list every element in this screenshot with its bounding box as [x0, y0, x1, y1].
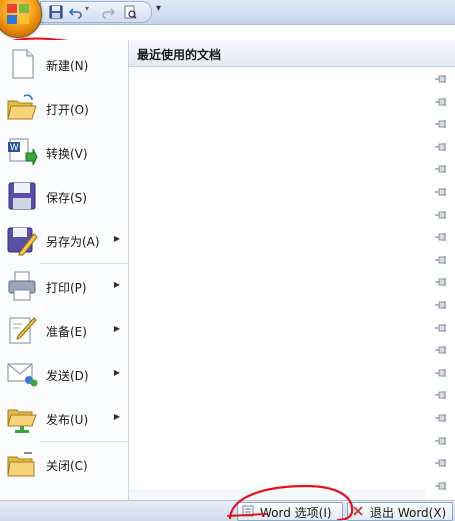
pin-icon[interactable]	[435, 120, 447, 129]
pin-icon[interactable]	[435, 391, 447, 400]
svg-text:W: W	[10, 142, 19, 152]
exit-word-label: 退出 Word(X)	[370, 506, 447, 520]
pin-icon[interactable]	[435, 436, 447, 445]
office-button[interactable]	[0, 0, 42, 38]
pin-icon[interactable]	[435, 301, 447, 309]
quick-access-toolbar: ▾	[40, 1, 152, 23]
pin-icon[interactable]	[435, 459, 447, 468]
menu-item-label: 打印(P)	[46, 281, 87, 295]
pin-column	[426, 67, 455, 500]
pin-icon[interactable]	[435, 278, 447, 287]
pin-icon[interactable]	[435, 233, 447, 242]
menu-item-open[interactable]: 打开(O)	[0, 86, 128, 130]
submenu-arrow-icon: ▶	[113, 324, 120, 333]
menu-item-convert[interactable]: W 转换(V)	[0, 130, 128, 174]
recent-documents-title: 最近使用的文档	[137, 48, 222, 62]
pin-icon[interactable]	[435, 255, 447, 264]
menu-item-label: 发布(U)	[46, 413, 89, 427]
menu-item-label: 打开(O)	[46, 103, 89, 117]
menu-item-close[interactable]: 关闭(C)	[0, 442, 128, 486]
annotation-circle	[227, 484, 354, 520]
pin-icon[interactable]	[435, 97, 447, 106]
pin-icon[interactable]	[435, 75, 447, 83]
publish-icon	[7, 409, 37, 433]
print-preview-icon[interactable]	[123, 5, 137, 19]
customize-qat-icon[interactable]: ▾	[156, 3, 161, 14]
save-icon[interactable]	[49, 5, 63, 19]
recent-documents-pane: 最近使用的文档	[129, 40, 455, 500]
submenu-arrow-icon: ▶	[113, 412, 120, 421]
menu-item-label: 保存(S)	[46, 191, 87, 205]
close-folder-icon	[7, 452, 35, 477]
recent-documents-header: 最近使用的文档	[129, 40, 455, 67]
menu-item-save-as[interactable]: 另存为(A) ▶	[0, 218, 128, 262]
convert-icon: W	[8, 138, 38, 166]
submenu-arrow-icon: ▶	[113, 368, 120, 377]
menu-item-label: 准备(E)	[46, 325, 87, 339]
save-as-icon	[7, 227, 38, 256]
menu-item-send[interactable]: 发送(D) ▶	[0, 352, 128, 396]
undo-icon[interactable]	[69, 5, 83, 19]
menu-item-print[interactable]: 打印(P) ▶	[0, 264, 128, 308]
printer-icon	[8, 271, 36, 301]
menu-item-publish[interactable]: 发布(U) ▶	[0, 396, 128, 440]
new-document-icon	[12, 49, 34, 79]
menu-item-new[interactable]: 新建(N)	[0, 42, 128, 86]
pin-icon[interactable]	[435, 165, 447, 174]
menu-item-label: 另存为(A)	[46, 235, 100, 249]
menu-item-label: 新建(N)	[46, 59, 89, 73]
menu-item-label: 转换(V)	[46, 147, 88, 161]
exit-word-button[interactable]: 退出 Word(X)	[347, 502, 453, 521]
menu-commands: 新建(N) 打开(O) W 转换(V) 保存(S) 另存为(A) ▶ 打印(P)…	[0, 40, 129, 500]
undo-dropdown-icon[interactable]: ▾	[85, 4, 89, 13]
menu-item-prepare[interactable]: 准备(E) ▶	[0, 308, 128, 352]
redo-icon[interactable]	[101, 5, 115, 19]
pin-icon[interactable]	[435, 210, 447, 219]
office-menu: 新建(N) 打开(O) W 转换(V) 保存(S) 另存为(A) ▶ 打印(P)…	[0, 40, 455, 500]
menu-item-label: 发送(D)	[46, 369, 89, 383]
save-icon	[8, 182, 36, 210]
pin-icon[interactable]	[435, 142, 447, 151]
send-icon	[7, 363, 38, 387]
title-bar: ▾ ▾	[0, 0, 455, 38]
office-logo-icon	[7, 4, 29, 24]
pin-icon[interactable]	[435, 414, 447, 422]
pin-icon[interactable]	[435, 368, 447, 377]
pin-icon[interactable]	[435, 481, 447, 490]
submenu-arrow-icon: ▶	[113, 234, 120, 243]
pin-icon[interactable]	[435, 323, 447, 332]
pin-icon[interactable]	[435, 346, 447, 355]
open-folder-icon	[7, 94, 37, 120]
recent-documents-list	[129, 67, 426, 489]
submenu-arrow-icon: ▶	[113, 280, 120, 289]
menu-item-label: 关闭(C)	[46, 459, 88, 473]
menu-item-save[interactable]: 保存(S)	[0, 174, 128, 218]
pin-icon[interactable]	[435, 188, 447, 196]
prepare-icon	[9, 317, 37, 344]
